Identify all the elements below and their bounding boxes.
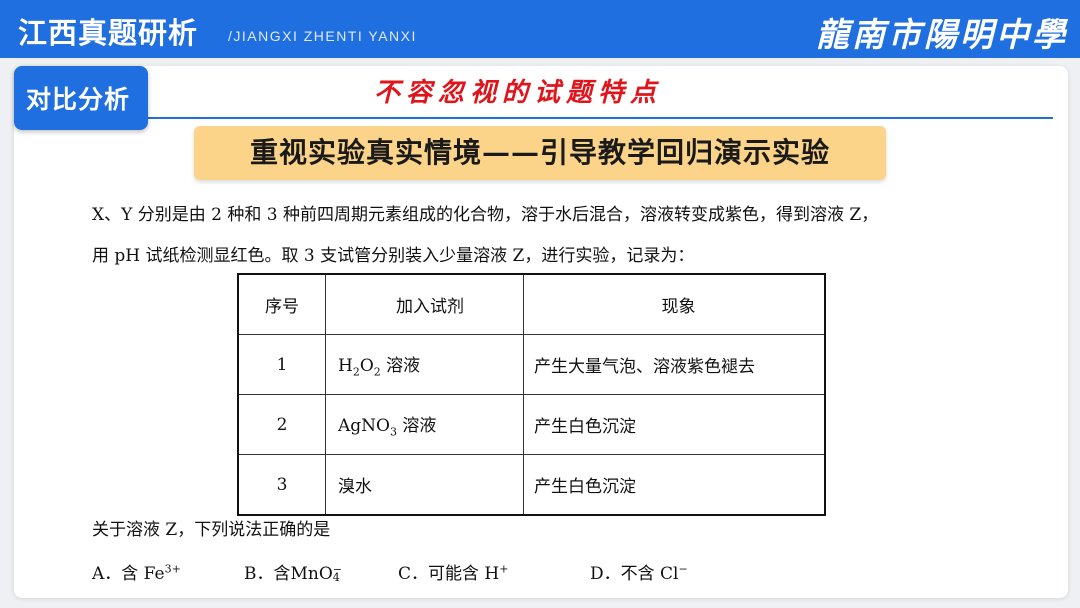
card-divider [148, 117, 1053, 119]
header-bar: 江西真题研析 /JIANGXI ZHENTI YANXI 龍南市陽明中學 [0, 0, 1080, 58]
row-no: 1 [237, 334, 326, 395]
row-reagent: 溴水 [325, 454, 524, 516]
option-a[interactable]: A．含 Fe3+ [92, 559, 181, 584]
section-tag-label: 对比分析 [26, 85, 131, 114]
row-reagent: H2O2 溶液 [325, 334, 524, 395]
table-row: 2 AgNO3 溶液 产生白色沉淀 [237, 394, 826, 455]
header-reagent: 加入试剂 [325, 273, 524, 335]
row-reagent: AgNO3 溶液 [325, 394, 524, 455]
header-title: 江西真题研析 [18, 16, 199, 50]
school-logo-text: 龍南市陽明中學 [816, 15, 1068, 54]
row-phenomenon: 产生白色沉淀 [523, 454, 826, 516]
topic-banner: 重视实验真实情境——引导教学回归演示实验 [194, 126, 886, 180]
feature-title: 不容忽视的试题特点 [374, 78, 663, 108]
table-header-row: 序号 加入试剂 现象 [237, 273, 826, 335]
row-no: 3 [237, 454, 326, 516]
answer-options: A．含 Fe3+ B．含MnO −4 C．可能含 H+ D．不含 Cl− [92, 559, 952, 585]
row-no: 2 [237, 394, 326, 455]
option-c[interactable]: C．可能含 H+ [398, 559, 508, 584]
experiment-table: 序号 加入试剂 现象 1 H2O2 溶液 产生大量气泡、溶液紫色褪去 2 AgN… [237, 273, 826, 516]
question-line-2: 用 pH 试纸检测显红色。取 3 支试管分别装入少量溶液 Z，进行实验，记录为： [92, 246, 695, 266]
question-prompt: 关于溶液 Z，下列说法正确的是 [92, 520, 331, 540]
option-d[interactable]: D．不含 Cl− [590, 559, 688, 584]
row-phenomenon: 产生白色沉淀 [523, 394, 826, 455]
header-phenomenon: 现象 [523, 273, 826, 335]
question-line-1: X、Y 分别是由 2 种和 3 种前四周期元素组成的化合物，溶于水后混合，溶液转… [92, 205, 879, 225]
header-no: 序号 [237, 273, 326, 335]
row-phenomenon: 产生大量气泡、溶液紫色褪去 [523, 334, 826, 395]
header-subtitle: /JIANGXI ZHENTI YANXI [228, 28, 417, 44]
table-row: 3 溴水 产生白色沉淀 [237, 454, 826, 516]
table-row: 1 H2O2 溶液 产生大量气泡、溶液紫色褪去 [237, 334, 826, 395]
section-tag: 对比分析 [14, 66, 148, 130]
option-b[interactable]: B．含MnO −4 [244, 559, 342, 585]
